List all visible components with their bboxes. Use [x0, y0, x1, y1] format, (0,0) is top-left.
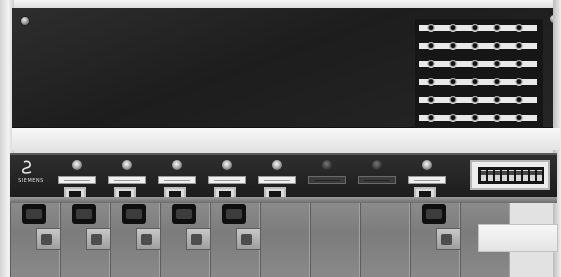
dip-switch-toggle[interactable] — [481, 170, 486, 181]
upper-dark-panel — [12, 8, 560, 132]
module-connector[interactable] — [22, 204, 46, 224]
pin-hole-icon[interactable] — [427, 78, 435, 86]
pin-hole-icon[interactable] — [493, 42, 501, 50]
module-connector[interactable] — [422, 204, 446, 224]
indicator-lamp-icon — [72, 160, 82, 170]
pin-hole-icon[interactable] — [449, 24, 457, 32]
pin-hole-icon[interactable] — [449, 42, 457, 50]
pin-hole-icon[interactable] — [493, 60, 501, 68]
io-module — [310, 203, 360, 277]
channel-label-plate — [208, 176, 246, 184]
io-module — [360, 203, 410, 277]
pin-hole-icon[interactable] — [515, 96, 523, 104]
indicator-lamp-icon — [122, 160, 132, 170]
dip-switch-toggle[interactable] — [488, 170, 493, 181]
pin-hole-icon[interactable] — [515, 60, 523, 68]
brand-text: SIEMENS — [18, 178, 44, 184]
control-panel-photo: SIEMENS — [0, 0, 561, 277]
pin-hole-icon[interactable] — [427, 114, 435, 122]
module-connector[interactable] — [172, 204, 196, 224]
channel-label-plate — [258, 176, 296, 184]
white-band — [12, 128, 560, 150]
module-connector[interactable] — [122, 204, 146, 224]
pin-hole-icon[interactable] — [471, 78, 479, 86]
channel-label-plate — [58, 176, 96, 184]
pin-hole-icon[interactable] — [427, 96, 435, 104]
pin-hole-icon[interactable] — [427, 42, 435, 50]
pin-hole-icon[interactable] — [493, 78, 501, 86]
pin-hole-icon[interactable] — [471, 114, 479, 122]
dip-switch-bank — [478, 167, 544, 184]
indicator-lamp-icon — [272, 160, 282, 170]
indicator-lamp-icon — [172, 160, 182, 170]
dip-switch-toggle[interactable] — [509, 170, 514, 181]
pin-hole-icon[interactable] — [471, 60, 479, 68]
dip-switch-toggle[interactable] — [495, 170, 500, 181]
module-connector[interactable] — [222, 204, 246, 224]
pin-hole-icon[interactable] — [471, 24, 479, 32]
indicator-lamp-icon — [322, 160, 332, 170]
pin-hole-icon[interactable] — [449, 60, 457, 68]
pin-hole-icon[interactable] — [449, 96, 457, 104]
pin-hole-icon[interactable] — [515, 114, 523, 122]
pin-hole-icon[interactable] — [471, 42, 479, 50]
indicator-lamp-icon — [222, 160, 232, 170]
brand-logo-icon — [22, 160, 32, 174]
module-connector[interactable] — [72, 204, 96, 224]
channel-label-plate — [408, 176, 446, 184]
pin-matrix — [415, 19, 543, 132]
dip-switch-block[interactable] — [470, 160, 550, 190]
pin-hole-icon[interactable] — [515, 42, 523, 50]
pin-hole-icon[interactable] — [471, 96, 479, 104]
pin-hole-icon[interactable] — [515, 24, 523, 32]
screw-icon — [20, 16, 30, 26]
pin-hole-icon[interactable] — [449, 114, 457, 122]
blank-cover — [478, 224, 558, 252]
pin-hole-icon[interactable] — [427, 60, 435, 68]
channel-label-plate — [158, 176, 196, 184]
indicator-lamp-icon — [422, 160, 432, 170]
pin-hole-icon[interactable] — [449, 78, 457, 86]
indicator-lamp-icon — [372, 160, 382, 170]
dip-switch-toggle[interactable] — [523, 170, 528, 181]
channel-label-plate — [108, 176, 146, 184]
pin-hole-icon[interactable] — [493, 96, 501, 104]
dip-switch-toggle[interactable] — [530, 170, 535, 181]
pin-hole-icon[interactable] — [493, 114, 501, 122]
dip-switch-toggle[interactable] — [516, 170, 521, 181]
io-module — [260, 203, 310, 277]
frame-top — [0, 0, 561, 8]
dip-switch-toggle[interactable] — [537, 170, 542, 181]
pin-hole-icon[interactable] — [427, 24, 435, 32]
channel-label-plate — [358, 176, 396, 184]
pin-hole-icon[interactable] — [493, 24, 501, 32]
channel-label-plate — [308, 176, 346, 184]
dip-switch-toggle[interactable] — [502, 170, 507, 181]
pin-hole-icon[interactable] — [515, 78, 523, 86]
